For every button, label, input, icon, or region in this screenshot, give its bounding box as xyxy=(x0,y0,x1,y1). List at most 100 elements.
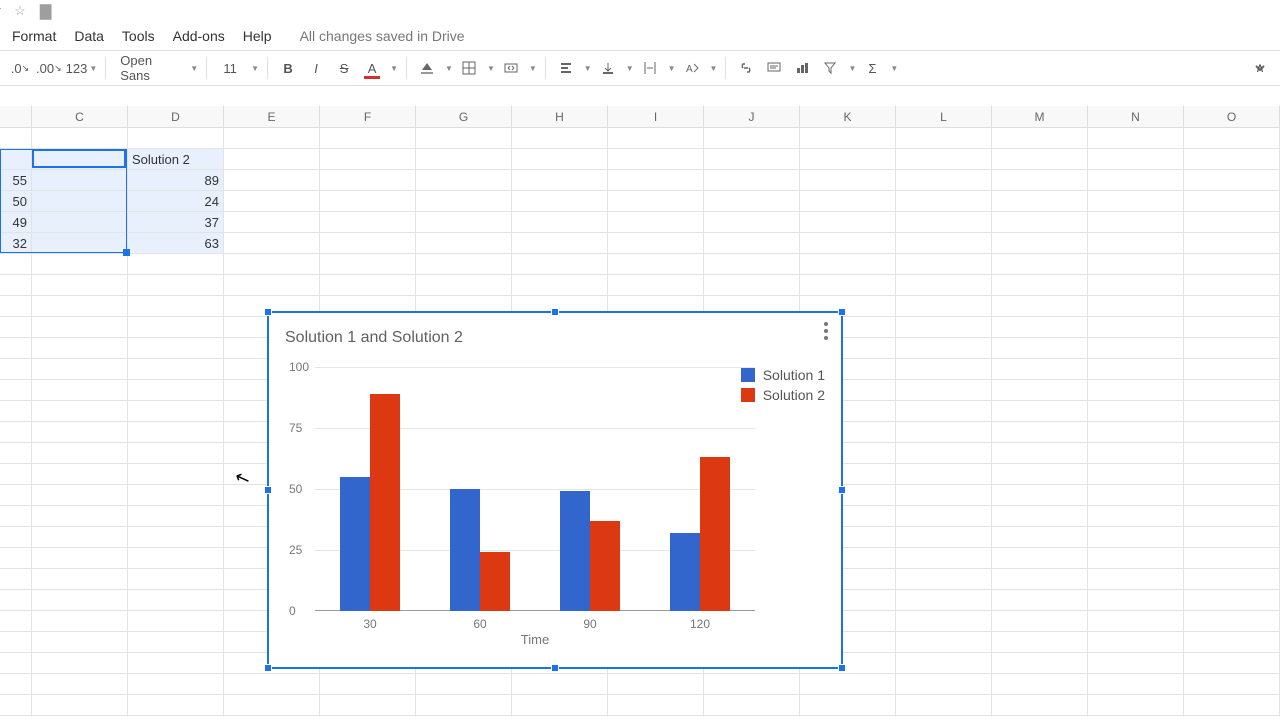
cell[interactable] xyxy=(896,695,992,715)
cell[interactable] xyxy=(1088,380,1184,400)
cell[interactable] xyxy=(800,233,896,253)
cell[interactable] xyxy=(992,632,1088,652)
cell[interactable] xyxy=(1184,359,1280,379)
cell[interactable]: 24 xyxy=(128,191,224,211)
bar[interactable] xyxy=(450,489,480,611)
cell[interactable] xyxy=(992,569,1088,589)
cell[interactable] xyxy=(1088,611,1184,631)
insert-chart-button[interactable] xyxy=(790,55,814,81)
cell[interactable] xyxy=(992,296,1088,316)
cell[interactable] xyxy=(32,443,128,463)
cell[interactable] xyxy=(32,317,128,337)
cell[interactable] xyxy=(128,632,224,652)
cell[interactable] xyxy=(1088,422,1184,442)
cell[interactable] xyxy=(128,485,224,505)
cell[interactable] xyxy=(32,527,128,547)
cell[interactable] xyxy=(512,674,608,694)
cell[interactable] xyxy=(992,275,1088,295)
cell[interactable] xyxy=(1088,275,1184,295)
cell[interactable] xyxy=(1088,590,1184,610)
cell[interactable]: 89 xyxy=(128,170,224,190)
cell[interactable] xyxy=(992,254,1088,274)
resize-handle-w[interactable] xyxy=(264,486,272,494)
cell[interactable] xyxy=(896,590,992,610)
cell[interactable] xyxy=(1088,401,1184,421)
cell[interactable] xyxy=(992,401,1088,421)
cell[interactable] xyxy=(800,275,896,295)
cell[interactable] xyxy=(992,191,1088,211)
cell[interactable] xyxy=(128,674,224,694)
cell[interactable] xyxy=(128,338,224,358)
cell[interactable] xyxy=(1088,191,1184,211)
cell[interactable] xyxy=(128,422,224,442)
cell[interactable] xyxy=(800,674,896,694)
cell[interactable] xyxy=(32,338,128,358)
cell[interactable] xyxy=(1184,485,1280,505)
cell[interactable] xyxy=(320,128,416,148)
cell[interactable] xyxy=(992,359,1088,379)
functions-button[interactable]: Σ xyxy=(860,55,884,81)
cell[interactable] xyxy=(896,317,992,337)
decrease-decimal-button[interactable]: .0↘ xyxy=(8,55,32,81)
column-header-J[interactable]: J xyxy=(704,106,800,127)
cell[interactable] xyxy=(1184,443,1280,463)
cell[interactable] xyxy=(704,674,800,694)
column-header-K[interactable]: K xyxy=(800,106,896,127)
cell[interactable] xyxy=(800,149,896,169)
column-header-G[interactable]: G xyxy=(416,106,512,127)
cell[interactable] xyxy=(800,191,896,211)
cell[interactable] xyxy=(1184,338,1280,358)
cell[interactable] xyxy=(128,695,224,715)
cell[interactable] xyxy=(32,128,128,148)
cell[interactable] xyxy=(128,464,224,484)
cell[interactable] xyxy=(896,254,992,274)
cell[interactable] xyxy=(896,338,992,358)
cell[interactable] xyxy=(896,611,992,631)
resize-handle-sw[interactable] xyxy=(264,664,272,672)
cell[interactable] xyxy=(896,674,992,694)
cell[interactable] xyxy=(704,695,800,715)
resize-handle-nw[interactable] xyxy=(264,308,272,316)
bar[interactable] xyxy=(560,491,590,611)
cell[interactable] xyxy=(32,191,128,211)
cell[interactable] xyxy=(1088,296,1184,316)
vertical-align-button[interactable] xyxy=(596,55,620,81)
cell[interactable] xyxy=(800,128,896,148)
cell[interactable] xyxy=(32,422,128,442)
cell[interactable] xyxy=(800,695,896,715)
cell[interactable] xyxy=(896,170,992,190)
cell[interactable] xyxy=(1184,527,1280,547)
cell[interactable] xyxy=(1088,170,1184,190)
bold-button[interactable]: B xyxy=(276,55,300,81)
cell[interactable] xyxy=(1184,212,1280,232)
cell[interactable] xyxy=(896,527,992,547)
cell[interactable] xyxy=(128,548,224,568)
cell[interactable] xyxy=(224,254,320,274)
cell[interactable] xyxy=(1088,695,1184,715)
cell[interactable] xyxy=(1088,506,1184,526)
cell[interactable] xyxy=(1088,548,1184,568)
cell[interactable] xyxy=(1088,212,1184,232)
cell[interactable] xyxy=(32,674,128,694)
merge-cells-button[interactable] xyxy=(499,55,523,81)
cell[interactable] xyxy=(1184,464,1280,484)
cell[interactable] xyxy=(512,170,608,190)
cell[interactable] xyxy=(512,254,608,274)
cell[interactable] xyxy=(896,296,992,316)
cell[interactable] xyxy=(128,380,224,400)
cell[interactable] xyxy=(1088,527,1184,547)
cell[interactable] xyxy=(992,506,1088,526)
cell[interactable] xyxy=(32,506,128,526)
text-rotation-button[interactable]: A xyxy=(680,55,704,81)
cell[interactable] xyxy=(32,401,128,421)
cell[interactable] xyxy=(992,149,1088,169)
cell[interactable] xyxy=(32,212,128,232)
cell[interactable] xyxy=(128,443,224,463)
cell[interactable] xyxy=(512,233,608,253)
cell[interactable] xyxy=(608,233,704,253)
cell[interactable] xyxy=(896,569,992,589)
cell[interactable] xyxy=(896,422,992,442)
number-format-button[interactable]: 123▼ xyxy=(66,55,98,81)
cell[interactable] xyxy=(896,212,992,232)
cell[interactable] xyxy=(1184,233,1280,253)
